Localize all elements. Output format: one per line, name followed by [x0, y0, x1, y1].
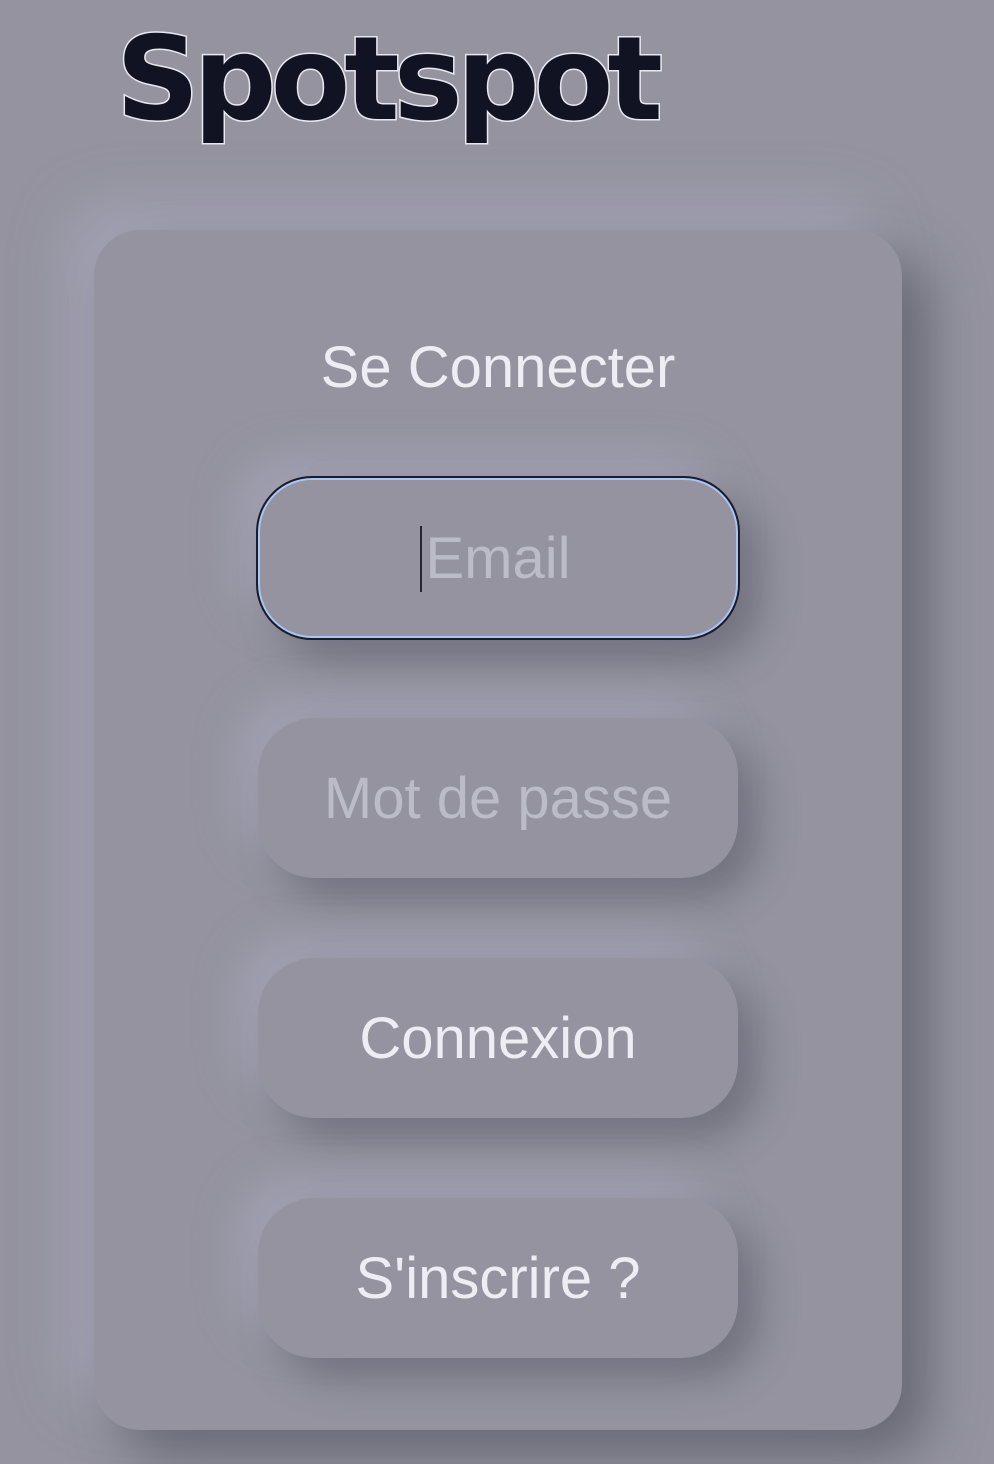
email-field-container [256, 476, 740, 640]
brand-logo: Spotspot [115, 12, 665, 147]
login-title: Se Connecter [320, 335, 676, 400]
password-field-container [258, 718, 738, 878]
register-button[interactable]: S'inscrire ? [258, 1198, 738, 1358]
register-button-label: S'inscrire ? [355, 1245, 641, 1311]
text-caret [420, 526, 422, 592]
login-button[interactable]: Connexion [258, 958, 738, 1118]
password-field[interactable] [258, 718, 738, 878]
email-field[interactable] [258, 478, 738, 638]
login-button-label: Connexion [359, 1005, 637, 1071]
login-card: Se Connecter Connexion S'inscrire ? [94, 230, 902, 1430]
